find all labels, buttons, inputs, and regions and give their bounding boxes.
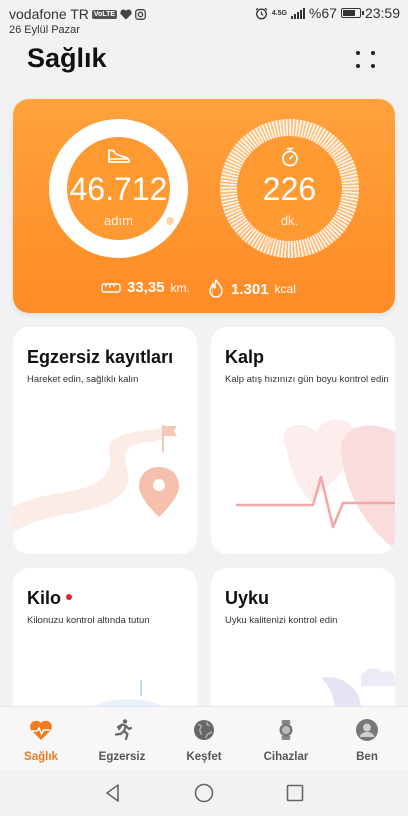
watch-icon [279,720,293,740]
carrier: vodafone TR VoLTE [9,6,146,22]
scale-illustration [73,680,188,728]
home-icon[interactable] [193,782,215,804]
status-bar: vodafone TR VoLTE 26 Eylül Pazar 4.5G %6… [0,0,408,38]
calories-unit: kcal [274,282,296,296]
tab-exercise[interactable]: Egzersiz [82,707,162,771]
steps-value: 46.712 [69,171,168,207]
tab-health[interactable]: Sağlık [1,707,81,771]
dot-icon [371,51,375,55]
stopwatch-icon [220,147,359,172]
recents-icon[interactable] [284,782,306,804]
tab-label: Keşfet [186,751,222,763]
dot-icon [356,63,360,68]
running-icon [114,719,133,741]
tab-label: Cihazlar [263,751,309,763]
steps-ring[interactable]: 46.712 adım [49,119,188,258]
volte-badge: VoLTE [91,9,118,19]
signal-icon [290,7,305,19]
active-minutes-unit: dk. [280,213,299,228]
clock: 23:59 [364,5,400,21]
active-minutes-value: 226 [262,171,317,207]
exercise-records-card[interactable]: Egzersiz kayıtları Hareket edin, sağlıkl… [13,327,197,554]
distance-unit: km. [170,280,190,295]
tab-devices[interactable]: Cihazlar [246,707,326,771]
heart-illustration [236,419,395,549]
tab-me[interactable]: Ben [327,707,407,771]
tab-label: Ben [356,751,378,763]
dot-icon [356,51,360,55]
profile-icon [356,719,378,741]
progress-marker [166,217,174,225]
battery-percent: %67 [308,5,337,21]
flame-icon [209,279,223,298]
route-map-illustration [13,425,179,532]
progress-marker [264,239,272,247]
date: 26 Eylül Pazar [9,24,80,36]
back-icon[interactable] [102,782,124,804]
carrier-name: vodafone TR [9,6,89,22]
shoe-icon [49,147,188,170]
bottom-nav: Sağlık Egzersiz Keşfet Cihazlar Ben [0,706,408,770]
ruler-icon [101,282,121,293]
weight-card[interactable]: Kilo Kilonuzu kontrol altında tutun [13,568,197,728]
status-right: 4.5G %67 23:59 [255,5,400,21]
dot-icon [371,63,375,68]
network-type: 4.5G [271,9,287,17]
alarm-icon [255,7,268,19]
instagram-icon [135,8,146,20]
calories-value: 1.301 [231,280,269,298]
activity-summary-card[interactable]: 46.712 adım 226 dk. 33,35 km. 1.301 kcal [13,99,395,313]
moon-illustration [321,668,395,728]
calories-stat: 1.301 kcal [207,279,296,299]
sleep-card[interactable]: Uyku Uyku kalitenizi kontrol edin [211,568,395,728]
distance-stat: 33,35 km. [101,279,190,296]
battery-icon [340,8,364,18]
heart-card[interactable]: Kalp Kalp atış hızınızı gün boyu kontrol… [211,327,395,554]
distance-value: 33,35 [127,279,165,296]
system-navigation-bar [0,770,408,816]
heart-rate-icon [30,720,52,740]
page-title: Sağlık [27,43,107,73]
tab-label: Egzersiz [98,751,146,763]
active-minutes-ring[interactable]: 226 dk. [220,119,359,258]
more-options-button[interactable] [352,46,380,74]
tab-discover[interactable]: Keşfet [164,707,244,771]
heart-notification-icon [120,9,132,19]
globe-icon [194,720,214,740]
tab-label: Sağlık [24,751,58,763]
